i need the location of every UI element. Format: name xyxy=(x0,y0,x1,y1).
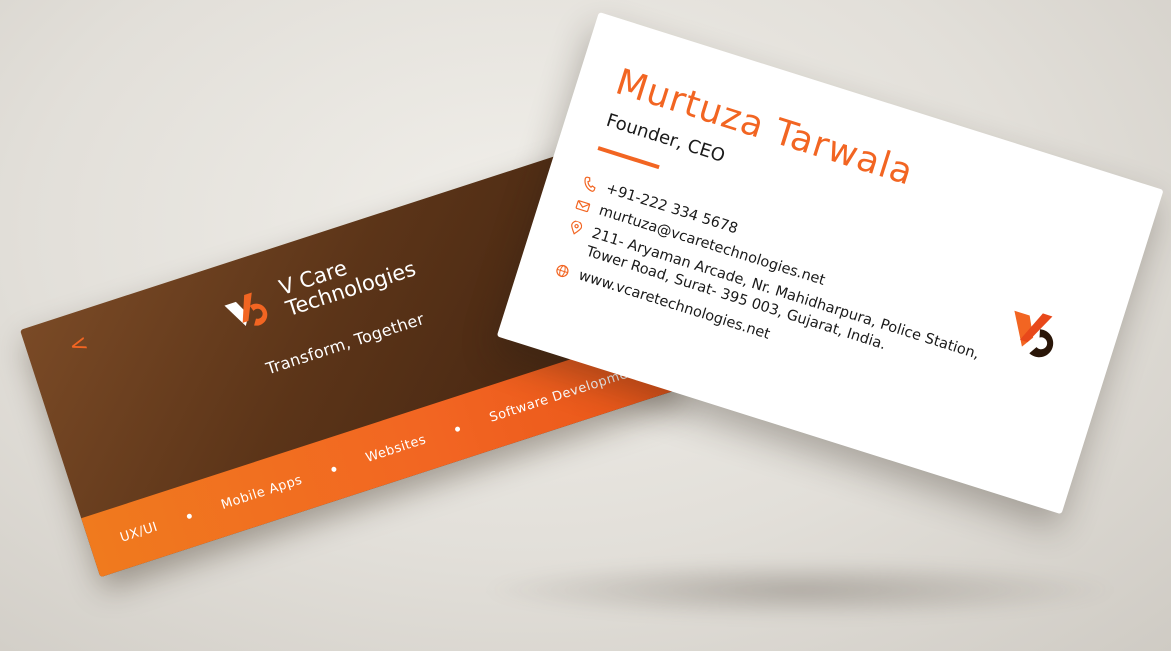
accent-underline xyxy=(597,146,660,170)
service-item: UX/UI xyxy=(118,519,160,546)
separator-dot xyxy=(186,512,193,519)
v-care-logo-icon xyxy=(1014,310,1054,358)
card-shadow xyxy=(480,560,1120,620)
service-item: Mobile Apps xyxy=(219,472,305,513)
location-pin-icon xyxy=(571,220,583,235)
left-chevron-glyph: < xyxy=(66,330,92,360)
v-care-logo-icon xyxy=(224,292,268,327)
globe-icon xyxy=(556,264,569,278)
services-band: UX/UI Mobile Apps Websites Software Deve… xyxy=(81,329,681,578)
separator-dot xyxy=(454,425,461,432)
front-card: Murtuza Tarwala Founder, CEO +91-222 334… xyxy=(496,12,1164,515)
phone-icon xyxy=(584,176,596,192)
mail-icon xyxy=(575,200,591,213)
business-card-mockup: < |> V Care Technologies Transform, Toge… xyxy=(0,0,1171,651)
service-item: Websites xyxy=(363,431,428,466)
separator-dot xyxy=(330,465,338,472)
